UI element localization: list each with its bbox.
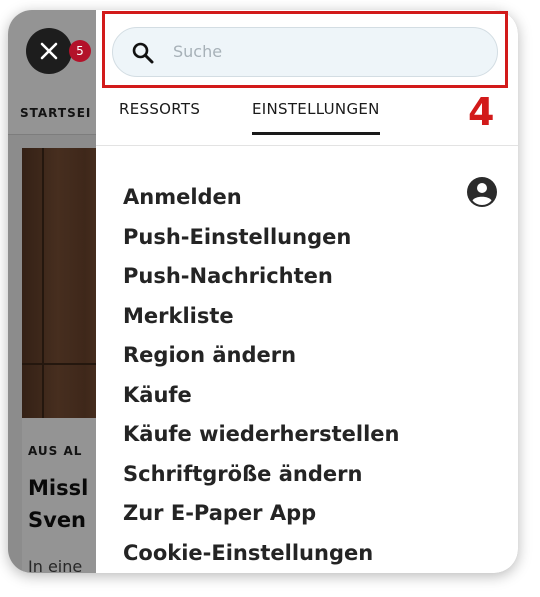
settings-menu: Anmelden Push-Einstellungen Push-Nachric… — [123, 178, 399, 573]
close-menu-button[interactable] — [26, 28, 72, 74]
navigation-drawer: Suche RESSORTS EINSTELLUNGEN Anmelden Pu… — [96, 10, 518, 573]
active-tab-indicator — [252, 132, 380, 135]
menu-item-push-nachrichten[interactable]: Push-Nachrichten — [123, 257, 399, 297]
menu-item-anmelden[interactable]: Anmelden — [123, 178, 399, 218]
menu-item-schriftgroesse[interactable]: Schriftgröße ändern — [123, 455, 399, 495]
notification-badge: 5 — [69, 40, 91, 62]
drawer-tabs: RESSORTS EINSTELLUNGEN — [96, 100, 518, 146]
account-circle-icon[interactable] — [466, 176, 498, 208]
annotation-highlight-box — [102, 11, 508, 88]
tab-ressorts[interactable]: RESSORTS — [119, 100, 200, 136]
menu-item-region-aendern[interactable]: Region ändern — [123, 336, 399, 376]
annotation-step-number: 4 — [468, 90, 495, 134]
tab-einstellungen-label: EINSTELLUNGEN — [252, 100, 380, 118]
tab-ressorts-label: RESSORTS — [119, 100, 201, 118]
menu-item-push-einstellungen[interactable]: Push-Einstellungen — [123, 218, 399, 258]
menu-item-cookie-einstellungen[interactable]: Cookie-Einstellungen — [123, 534, 399, 574]
menu-item-e-paper-app[interactable]: Zur E-Paper App — [123, 494, 399, 534]
phone-screen: STARTSEI AUS AL Missl Sven In eine 5 Suc… — [8, 10, 518, 573]
menu-item-merkliste[interactable]: Merkliste — [123, 297, 399, 337]
menu-item-kaeufe[interactable]: Käufe — [123, 376, 399, 416]
menu-item-kaeufe-wiederherstellen[interactable]: Käufe wiederherstellen — [123, 415, 399, 455]
close-icon — [40, 42, 58, 60]
tab-einstellungen[interactable]: EINSTELLUNGEN — [252, 100, 380, 136]
